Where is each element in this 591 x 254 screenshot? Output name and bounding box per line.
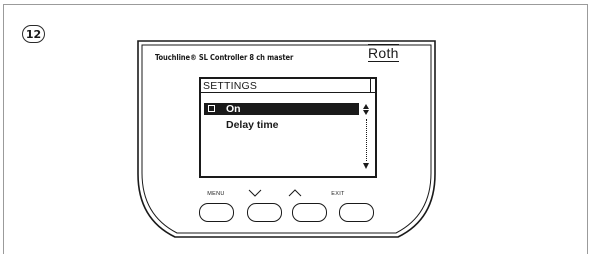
lcd-screen: SETTINGS On Delay time (199, 77, 377, 178)
menu-button[interactable] (199, 203, 234, 222)
screen-title-divider (201, 92, 375, 93)
scroll-track (366, 119, 367, 161)
step-number-badge: 12 (22, 25, 45, 43)
exit-button-label: EXIT (331, 191, 345, 197)
up-button[interactable] (292, 203, 327, 222)
scroll-up-arrow-icon (363, 104, 369, 109)
scroll-down-arrow-icon (363, 110, 369, 115)
scroll-bottom-arrow-icon (363, 163, 369, 169)
device-model-title: Touchline® SL Controller 8 ch master (155, 53, 294, 62)
down-button[interactable] (247, 203, 282, 222)
checkbox-icon[interactable] (208, 105, 215, 112)
chevron-up-icon (288, 189, 302, 197)
brand-logo: Roth (368, 44, 399, 62)
screen-title: SETTINGS (203, 80, 258, 92)
exit-button[interactable] (339, 203, 374, 222)
screen-title-edge (370, 79, 371, 92)
controller-device: Touchline® SL Controller 8 ch master Rot… (136, 39, 437, 254)
menu-item-on[interactable]: On (204, 103, 359, 115)
menu-button-label: MENU (207, 191, 225, 197)
menu-item-delay-time[interactable]: Delay time (226, 119, 279, 131)
chevron-down-icon (248, 189, 262, 197)
menu-item-on-label: On (226, 103, 241, 115)
